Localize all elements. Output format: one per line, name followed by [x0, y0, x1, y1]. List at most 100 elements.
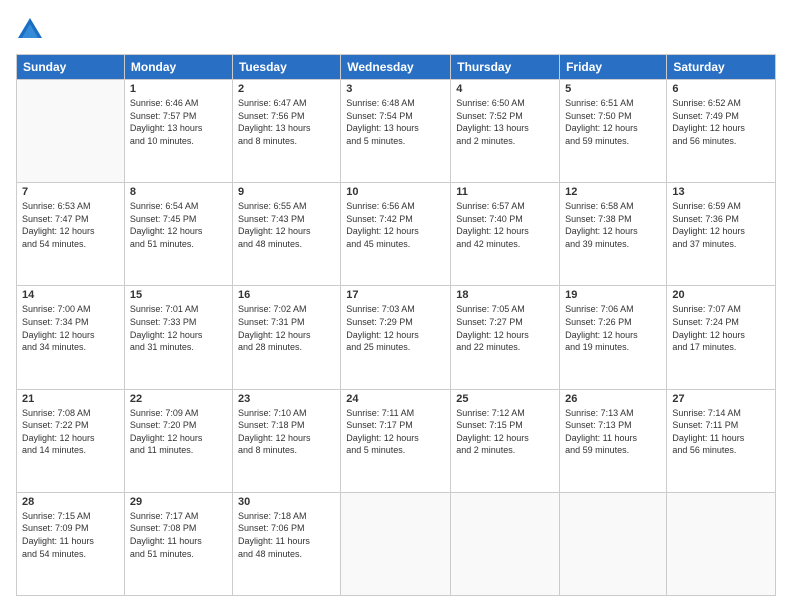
calendar-cell: 7Sunrise: 6:53 AM Sunset: 7:47 PM Daylig…: [17, 183, 125, 286]
day-info: Sunrise: 7:05 AM Sunset: 7:27 PM Dayligh…: [456, 303, 554, 353]
day-info: Sunrise: 7:17 AM Sunset: 7:08 PM Dayligh…: [130, 510, 227, 560]
calendar-cell: 26 Sunrise: 7:13 AM Sunset: 7:13 PM Dayli…: [560, 389, 667, 492]
day-info: Sunrise: 7:02 AM Sunset: 7:31 PM Dayligh…: [238, 303, 335, 353]
calendar-cell: 6 Sunrise: 6:52 AM Sunset: 7:49 PM Daylig…: [667, 80, 776, 183]
day-number: 16: [238, 289, 335, 301]
day-number: 27: [672, 393, 770, 405]
day-info: Sunrise: 7:06 AM Sunset: 7:26 PM Dayligh…: [565, 303, 661, 353]
calendar-cell: [560, 492, 667, 595]
calendar-cell: 1 Sunrise: 6:46 AM Sunset: 7:57 PM Daylig…: [124, 80, 232, 183]
calendar-cell: 29 Sunrise: 7:17 AM Sunset: 7:08 PM Dayli…: [124, 492, 232, 595]
calendar-cell: 30 Sunrise: 7:18 AM Sunset: 7:06 PM Dayli…: [232, 492, 340, 595]
day-number: 22: [130, 393, 227, 405]
day-number: 13: [672, 186, 770, 198]
week-row-2: 7Sunrise: 6:53 AM Sunset: 7:47 PM Daylig…: [17, 183, 776, 286]
day-info: Sunrise: 7:08 AM Sunset: 7:22 PM Dayligh…: [22, 407, 119, 457]
calendar-cell: 10 Sunrise: 6:56 AM Sunset: 7:42 PM Dayli…: [341, 183, 451, 286]
calendar-cell: 4 Sunrise: 6:50 AM Sunset: 7:52 PM Daylig…: [451, 80, 560, 183]
logo: [16, 16, 48, 44]
calendar-cell: 24 Sunrise: 7:11 AM Sunset: 7:17 PM Dayli…: [341, 389, 451, 492]
header-row: SundayMondayTuesdayWednesdayThursdayFrid…: [17, 55, 776, 80]
calendar-cell: [17, 80, 125, 183]
calendar-cell: 8Sunrise: 6:54 AM Sunset: 7:45 PM Daylig…: [124, 183, 232, 286]
calendar-cell: 23 Sunrise: 7:10 AM Sunset: 7:18 PM Dayli…: [232, 389, 340, 492]
day-number: 1: [130, 83, 227, 95]
day-info: Sunrise: 6:53 AM Sunset: 7:47 PM Dayligh…: [22, 200, 119, 250]
day-info: Sunrise: 6:52 AM Sunset: 7:49 PM Dayligh…: [672, 97, 770, 147]
calendar-cell: 20 Sunrise: 7:07 AM Sunset: 7:24 PM Dayli…: [667, 286, 776, 389]
day-info: Sunrise: 7:03 AM Sunset: 7:29 PM Dayligh…: [346, 303, 445, 353]
calendar-cell: 2 Sunrise: 6:47 AM Sunset: 7:56 PM Daylig…: [232, 80, 340, 183]
day-number: 6: [672, 83, 770, 95]
calendar-cell: 13 Sunrise: 6:59 AM Sunset: 7:36 PM Dayli…: [667, 183, 776, 286]
day-number: 15: [130, 289, 227, 301]
day-info: Sunrise: 6:51 AM Sunset: 7:50 PM Dayligh…: [565, 97, 661, 147]
day-info: Sunrise: 7:18 AM Sunset: 7:06 PM Dayligh…: [238, 510, 335, 560]
day-number: 3: [346, 83, 445, 95]
calendar-cell: 15 Sunrise: 7:01 AM Sunset: 7:33 PM Dayli…: [124, 286, 232, 389]
day-number: 30: [238, 496, 335, 508]
calendar-cell: 28Sunrise: 7:15 AM Sunset: 7:09 PM Dayli…: [17, 492, 125, 595]
calendar-cell: 22 Sunrise: 7:09 AM Sunset: 7:20 PM Dayli…: [124, 389, 232, 492]
day-number: 4: [456, 83, 554, 95]
calendar-cell: 9Sunrise: 6:55 AM Sunset: 7:43 PM Daylig…: [232, 183, 340, 286]
week-row-3: 14 Sunrise: 7:00 AM Sunset: 7:34 PM Dayli…: [17, 286, 776, 389]
day-info: Sunrise: 7:10 AM Sunset: 7:18 PM Dayligh…: [238, 407, 335, 457]
day-number: 2: [238, 83, 335, 95]
calendar-cell: 17 Sunrise: 7:03 AM Sunset: 7:29 PM Dayli…: [341, 286, 451, 389]
day-info: Sunrise: 6:46 AM Sunset: 7:57 PM Dayligh…: [130, 97, 227, 147]
day-number: 8: [130, 186, 227, 198]
day-info: Sunrise: 6:57 AM Sunset: 7:40 PM Dayligh…: [456, 200, 554, 250]
logo-icon: [16, 16, 44, 44]
day-number: 26: [565, 393, 661, 405]
day-number: 19: [565, 289, 661, 301]
col-header-tuesday: Tuesday: [232, 55, 340, 80]
day-number: 24: [346, 393, 445, 405]
day-info: Sunrise: 6:50 AM Sunset: 7:52 PM Dayligh…: [456, 97, 554, 147]
calendar-cell: [451, 492, 560, 595]
day-info: Sunrise: 7:13 AM Sunset: 7:13 PM Dayligh…: [565, 407, 661, 457]
day-info: Sunrise: 7:09 AM Sunset: 7:20 PM Dayligh…: [130, 407, 227, 457]
col-header-saturday: Saturday: [667, 55, 776, 80]
calendar-cell: [667, 492, 776, 595]
day-number: 29: [130, 496, 227, 508]
week-row-5: 28Sunrise: 7:15 AM Sunset: 7:09 PM Dayli…: [17, 492, 776, 595]
col-header-sunday: Sunday: [17, 55, 125, 80]
day-info: Sunrise: 6:47 AM Sunset: 7:56 PM Dayligh…: [238, 97, 335, 147]
calendar-cell: 11 Sunrise: 6:57 AM Sunset: 7:40 PM Dayli…: [451, 183, 560, 286]
calendar-cell: 16 Sunrise: 7:02 AM Sunset: 7:31 PM Dayli…: [232, 286, 340, 389]
day-number: 10: [346, 186, 445, 198]
day-number: 23: [238, 393, 335, 405]
day-number: 12: [565, 186, 661, 198]
day-info: Sunrise: 6:58 AM Sunset: 7:38 PM Dayligh…: [565, 200, 661, 250]
day-info: Sunrise: 7:11 AM Sunset: 7:17 PM Dayligh…: [346, 407, 445, 457]
day-number: 20: [672, 289, 770, 301]
calendar-cell: 5 Sunrise: 6:51 AM Sunset: 7:50 PM Daylig…: [560, 80, 667, 183]
day-number: 21: [22, 393, 119, 405]
day-info: Sunrise: 6:59 AM Sunset: 7:36 PM Dayligh…: [672, 200, 770, 250]
day-number: 5: [565, 83, 661, 95]
day-info: Sunrise: 7:12 AM Sunset: 7:15 PM Dayligh…: [456, 407, 554, 457]
day-info: Sunrise: 6:56 AM Sunset: 7:42 PM Dayligh…: [346, 200, 445, 250]
calendar-cell: 14 Sunrise: 7:00 AM Sunset: 7:34 PM Dayli…: [17, 286, 125, 389]
day-number: 25: [456, 393, 554, 405]
day-number: 14: [22, 289, 119, 301]
header: [16, 16, 776, 44]
calendar-cell: 27Sunrise: 7:14 AM Sunset: 7:11 PM Dayli…: [667, 389, 776, 492]
day-info: Sunrise: 7:07 AM Sunset: 7:24 PM Dayligh…: [672, 303, 770, 353]
day-info: Sunrise: 6:48 AM Sunset: 7:54 PM Dayligh…: [346, 97, 445, 147]
calendar-cell: 3 Sunrise: 6:48 AM Sunset: 7:54 PM Daylig…: [341, 80, 451, 183]
day-number: 28: [22, 496, 119, 508]
day-number: 17: [346, 289, 445, 301]
day-info: Sunrise: 7:00 AM Sunset: 7:34 PM Dayligh…: [22, 303, 119, 353]
day-number: 11: [456, 186, 554, 198]
calendar-cell: 19 Sunrise: 7:06 AM Sunset: 7:26 PM Dayli…: [560, 286, 667, 389]
week-row-1: 1 Sunrise: 6:46 AM Sunset: 7:57 PM Daylig…: [17, 80, 776, 183]
calendar-cell: 21 Sunrise: 7:08 AM Sunset: 7:22 PM Dayli…: [17, 389, 125, 492]
calendar-cell: [341, 492, 451, 595]
calendar-table: SundayMondayTuesdayWednesdayThursdayFrid…: [16, 54, 776, 596]
page: SundayMondayTuesdayWednesdayThursdayFrid…: [0, 0, 792, 612]
col-header-wednesday: Wednesday: [341, 55, 451, 80]
day-info: Sunrise: 7:01 AM Sunset: 7:33 PM Dayligh…: [130, 303, 227, 353]
week-row-4: 21 Sunrise: 7:08 AM Sunset: 7:22 PM Dayli…: [17, 389, 776, 492]
